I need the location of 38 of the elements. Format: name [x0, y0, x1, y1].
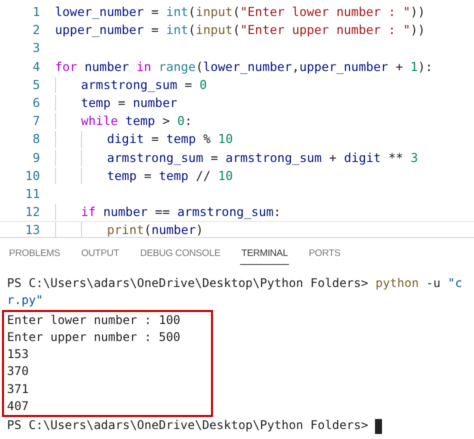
terminal-line: PS C:\Users\adars\OneDrive\Desktop\Python Folders> python -u "c: [7, 275, 462, 292]
panel-tab[interactable]: TERMINAL: [240, 244, 289, 265]
code-line: digit = temp % 10: [107, 131, 233, 148]
code-line: armstrong_sum = 0: [81, 76, 207, 94]
line-number: 2: [32, 22, 41, 40]
line-number: 12: [24, 204, 41, 222]
line-number: 11: [24, 186, 41, 203]
line-number: 1: [32, 4, 41, 21]
code-line: upper_number = int(input("Enter upper number : ")): [55, 22, 426, 40]
line-number: 10: [24, 168, 41, 185]
code-line: armstrong_sum = armstrong_sum + digit ** 3: [107, 150, 418, 167]
terminal-line: Enter upper number : 500: [7, 328, 180, 346]
line-number: 5: [32, 76, 41, 94]
code-line: temp = temp // 10: [107, 168, 233, 185]
terminal-line: r.py": [7, 292, 44, 310]
line-number: 7: [32, 113, 41, 130]
code-line: print(number): [107, 222, 204, 237]
terminal-line: PS C:\Users\adars\OneDrive\Desktop\Python Folders>: [7, 417, 370, 434]
code-line: if number == armstrong_sum:: [81, 204, 281, 222]
code-line: temp = number: [81, 94, 178, 112]
panel-tab[interactable]: OUTPUT: [80, 244, 120, 265]
code-line: while temp > 0:: [81, 113, 192, 130]
code-line: lower_number = int(input("Enter lower number : ")): [55, 4, 426, 21]
terminal-line: 407: [7, 398, 29, 416]
code-line: for number in range(lower_number,upper_number + 1):: [55, 58, 433, 76]
line-number: 3: [32, 40, 41, 58]
line-number: 9: [32, 150, 41, 166]
terminal-line: 153: [7, 346, 29, 364]
terminal-line: 370: [7, 363, 29, 380]
terminal-line: Enter lower number : 100: [7, 312, 180, 329]
line-number: 8: [32, 131, 41, 148]
panel-tab[interactable]: PROBLEMS: [8, 244, 62, 265]
line-number: 6: [32, 94, 41, 112]
terminal-line: 371: [7, 380, 29, 398]
line-number: 4: [32, 58, 41, 76]
panel-tab[interactable]: PORTS: [308, 244, 342, 265]
line-number: 13: [24, 222, 41, 237]
panel-tab[interactable]: DEBUG CONSOLE: [139, 244, 222, 265]
